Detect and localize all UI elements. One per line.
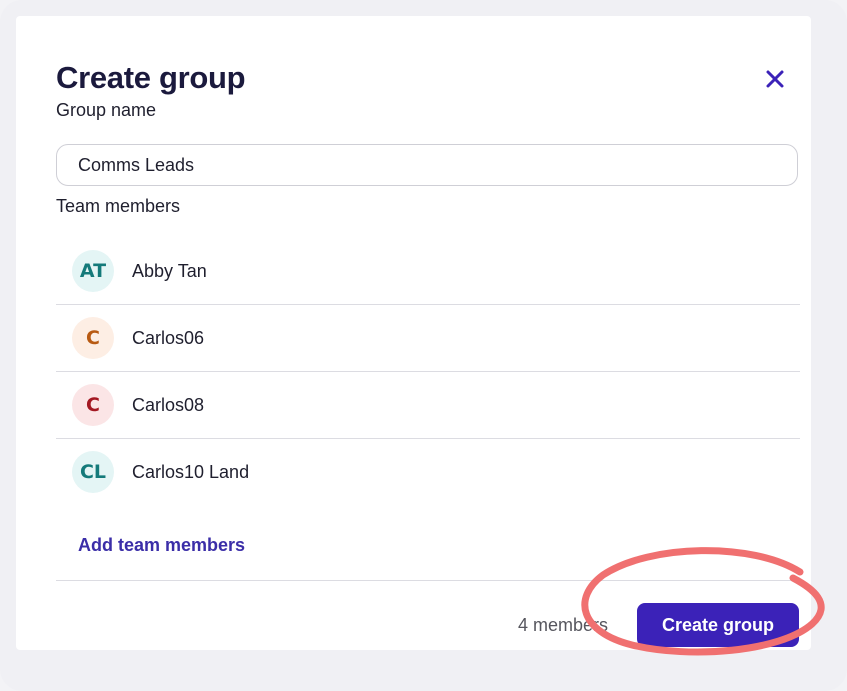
member-count: 4 members [518,615,609,635]
member-row: CL Carlos10 Land [56,439,800,505]
member-name: Carlos06 [132,327,205,348]
team-members-list: AT Abby Tan C Carlos06 C Carlos08 CL Car… [56,238,800,505]
member-row: C Carlos08 [56,372,800,439]
member-row: AT Abby Tan [56,238,800,305]
avatar: AT [72,250,114,292]
footer-divider [56,580,800,581]
member-name: Carlos10 Land [132,461,250,482]
add-team-members-link[interactable]: Add team members [78,535,245,556]
team-members-label: Team members [56,196,181,216]
member-name: Abby Tan [132,260,207,281]
close-icon [766,70,784,88]
member-name: Carlos08 [132,394,205,415]
create-group-dialog: Create group Group name Team members AT … [16,16,811,650]
avatar: C [72,384,114,426]
group-name-input[interactable] [56,144,798,186]
avatar: CL [72,451,114,493]
member-row: C Carlos06 [56,305,800,372]
avatar: C [72,317,114,359]
close-button[interactable] [758,62,792,96]
group-name-label: Group name [56,100,157,120]
create-group-button[interactable]: Create group [637,603,799,647]
dialog-title: Create group [56,60,246,95]
